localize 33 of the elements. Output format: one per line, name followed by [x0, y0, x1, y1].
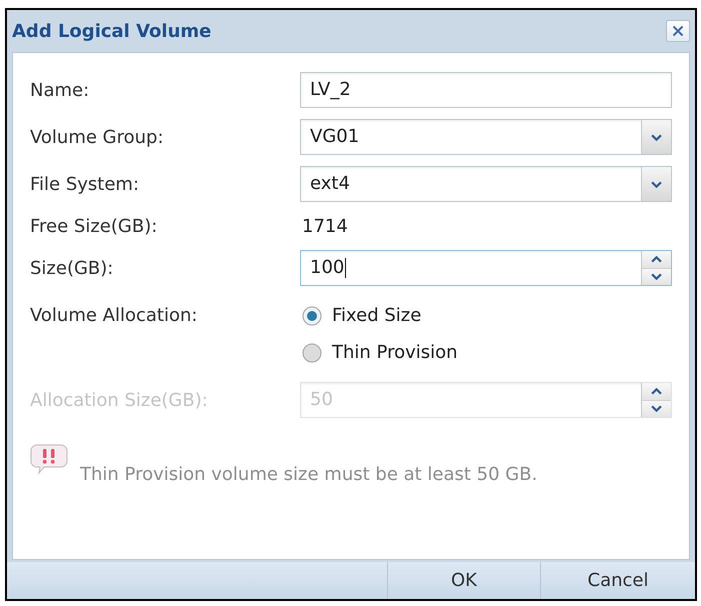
- option-label: Fixed Size: [332, 304, 422, 328]
- close-button[interactable]: [666, 20, 690, 42]
- increment-button[interactable]: [642, 251, 671, 268]
- field-label: Allocation Size(GB):: [30, 388, 208, 412]
- field-label: Volume Allocation:: [30, 304, 198, 328]
- chevron-down-icon: [651, 180, 662, 188]
- field-label: File System:: [30, 172, 140, 196]
- dialog-button[interactable]: OK: [387, 562, 540, 599]
- radio-option[interactable]: Fixed Size: [300, 297, 672, 334]
- decrement-button[interactable]: [642, 268, 671, 285]
- value-text: 1714: [301, 214, 348, 238]
- option-label: Thin Provision: [332, 341, 458, 365]
- field-label: Free Size(GB):: [30, 214, 158, 238]
- chevron-down-icon: [651, 273, 662, 280]
- chevron-down-icon: [651, 405, 662, 412]
- spinner-field[interactable]: 100: [300, 250, 672, 286]
- close-icon: [672, 25, 684, 37]
- chevron-down-icon: [651, 134, 662, 140]
- text-field[interactable]: LV_2: [300, 72, 672, 108]
- dropdown-button[interactable]: [641, 167, 671, 201]
- chevron-up-icon: [651, 388, 662, 395]
- window-title: Add Logical Volume: [12, 20, 212, 44]
- dropdown-button[interactable]: [641, 120, 671, 154]
- radio-option[interactable]: Thin Provision: [300, 334, 672, 371]
- chevron-up-icon: [651, 256, 662, 263]
- notice-text: Thin Provision volume size must be at least 50 GB.: [80, 463, 538, 487]
- dropdown-field[interactable]: VG01: [300, 119, 672, 155]
- field-label: Name:: [30, 78, 90, 102]
- dropdown-field[interactable]: ext4: [300, 166, 672, 202]
- field-label: Volume Group:: [30, 126, 164, 150]
- warning-bubble-icon: [30, 444, 68, 474]
- field-label: Size(GB):: [30, 256, 114, 280]
- dialog-button[interactable]: Cancel: [540, 562, 695, 599]
